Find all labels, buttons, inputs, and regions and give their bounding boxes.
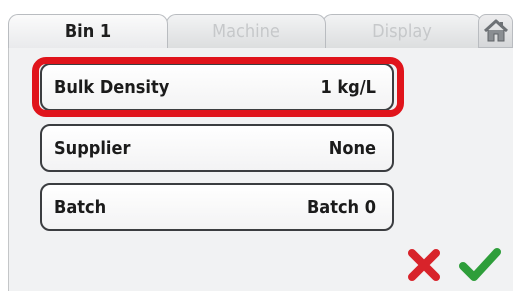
home-icon [483,19,508,42]
supplier-label: Supplier [54,137,131,159]
supplier-value: None [328,137,376,159]
checkmark-icon [459,248,501,281]
tab-machine[interactable]: Machine [166,14,326,48]
confirm-button[interactable] [458,243,502,287]
tab-machine-label: Machine [212,21,280,42]
bulk-density-label: Bulk Density [54,76,170,98]
x-icon [408,249,440,281]
home-button[interactable] [478,14,513,48]
batch-value: Batch 0 [306,196,376,218]
supplier-field[interactable]: Supplier None [40,124,394,172]
tab-display[interactable]: Display [322,14,482,48]
cancel-button[interactable] [402,243,446,287]
batch-label: Batch [54,196,107,218]
bulk-density-field[interactable]: Bulk Density 1 kg/L [40,63,394,111]
tab-bin-1[interactable]: Bin 1 [8,14,168,48]
settings-screen: Display Machine Bin 1 Bulk Density 1 kg/… [0,0,513,291]
tab-bin-1-label: Bin 1 [64,21,112,42]
tab-display-label: Display [372,21,432,42]
bulk-density-value: 1 kg/L [320,76,377,98]
batch-field[interactable]: Batch Batch 0 [40,183,394,231]
